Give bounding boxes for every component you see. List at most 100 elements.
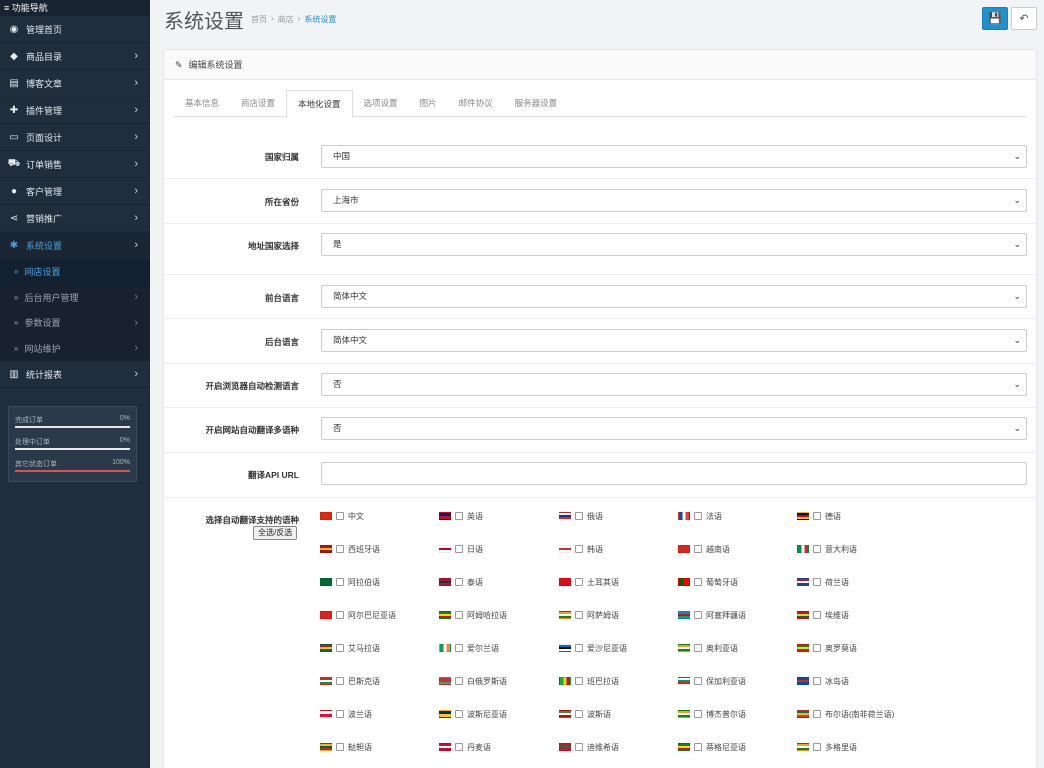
language-option[interactable]: 阿塞拜疆语 — [678, 609, 746, 621]
language-checkbox[interactable] — [336, 644, 344, 652]
language-option[interactable]: 布尔语(南非荷兰语) — [797, 708, 894, 720]
language-option[interactable]: 埃维语 — [797, 609, 849, 621]
language-checkbox[interactable] — [455, 743, 463, 751]
language-option[interactable]: 俄语 — [559, 510, 603, 522]
tab-3[interactable]: 选项设置 — [353, 90, 409, 117]
browser-detect-select[interactable]: 否 ⌄ — [321, 373, 1027, 396]
language-option[interactable]: 日语 — [439, 543, 483, 555]
language-option[interactable]: 奥罗莫语 — [797, 642, 857, 654]
language-checkbox[interactable] — [575, 512, 583, 520]
sidebar-item-6[interactable]: ● 客户管理 › — [0, 178, 150, 205]
address-country-select[interactable]: 是 ⌄ — [321, 233, 1027, 256]
language-option[interactable]: 阿姆哈拉语 — [439, 609, 507, 621]
language-option[interactable]: 蒂格尼亚语 — [678, 741, 746, 753]
sidebar-item-7[interactable]: ⋖ 营销推广 › — [0, 205, 150, 232]
tab-4[interactable]: 图片 — [409, 90, 448, 117]
language-option[interactable]: 迪维希语 — [559, 741, 619, 753]
language-checkbox[interactable] — [575, 545, 583, 553]
language-option[interactable]: 艾马拉语 — [320, 642, 380, 654]
language-checkbox[interactable] — [813, 578, 821, 586]
admin-language-select[interactable]: 简体中文 ⌄ — [321, 329, 1027, 352]
language-checkbox[interactable] — [455, 545, 463, 553]
language-option[interactable]: 爱沙尼亚语 — [559, 642, 627, 654]
sidebar-subitem-3[interactable]: » 网站维护 › — [0, 335, 150, 361]
front-language-select[interactable]: 简体中文 ⌄ — [321, 285, 1027, 308]
language-checkbox[interactable] — [336, 743, 344, 751]
language-option[interactable]: 意大利语 — [797, 543, 857, 555]
language-checkbox[interactable] — [455, 578, 463, 586]
language-option[interactable]: 保加利亚语 — [678, 675, 746, 687]
language-checkbox[interactable] — [813, 677, 821, 685]
language-checkbox[interactable] — [455, 611, 463, 619]
language-checkbox[interactable] — [455, 644, 463, 652]
language-checkbox[interactable] — [813, 710, 821, 718]
language-option[interactable]: 爱尔兰语 — [439, 642, 499, 654]
language-option[interactable]: 班巴拉语 — [559, 675, 619, 687]
language-checkbox[interactable] — [336, 710, 344, 718]
language-checkbox[interactable] — [575, 611, 583, 619]
language-option[interactable]: 阿尔巴尼亚语 — [320, 609, 396, 621]
tab-0[interactable]: 基本信息 — [174, 90, 230, 117]
language-option[interactable]: 奥利亚语 — [678, 642, 738, 654]
language-checkbox[interactable] — [455, 512, 463, 520]
language-checkbox[interactable] — [694, 644, 702, 652]
language-checkbox[interactable] — [694, 677, 702, 685]
language-option[interactable]: 土耳其语 — [559, 576, 619, 588]
province-select[interactable]: 上海市 ⌄ — [321, 189, 1027, 212]
language-option[interactable]: 巴斯克语 — [320, 675, 380, 687]
sidebar-item-reports[interactable]: ▥ 统计报表 › — [0, 361, 150, 388]
breadcrumb-store[interactable]: 商店 — [278, 14, 294, 25]
sidebar-item-0[interactable]: ◉ 管理首页 — [0, 16, 150, 43]
language-checkbox[interactable] — [336, 512, 344, 520]
sidebar-item-3[interactable]: ✚ 插件管理 › — [0, 97, 150, 124]
language-checkbox[interactable] — [455, 710, 463, 718]
language-checkbox[interactable] — [575, 644, 583, 652]
language-option[interactable]: 法语 — [678, 510, 722, 522]
breadcrumb-home[interactable]: 首页 — [251, 14, 267, 25]
language-checkbox[interactable] — [694, 611, 702, 619]
tab-6[interactable]: 服务器设置 — [504, 90, 569, 117]
language-checkbox[interactable] — [813, 512, 821, 520]
language-checkbox[interactable] — [336, 545, 344, 553]
language-checkbox[interactable] — [575, 677, 583, 685]
country-select[interactable]: 中国 ⌄ — [321, 145, 1027, 168]
language-option[interactable]: 中文 — [320, 510, 364, 522]
auto-translate-select[interactable]: 否 ⌄ — [321, 417, 1027, 440]
language-checkbox[interactable] — [813, 644, 821, 652]
sidebar-item-2[interactable]: ▤ 博客文章 › — [0, 70, 150, 97]
sidebar-subitem-1[interactable]: » 后台用户管理 › — [0, 284, 150, 310]
language-checkbox[interactable] — [336, 578, 344, 586]
language-checkbox[interactable] — [455, 677, 463, 685]
language-checkbox[interactable] — [694, 512, 702, 520]
tab-2[interactable]: 本地化设置 — [286, 90, 353, 118]
language-option[interactable]: 阿萨姆语 — [559, 609, 619, 621]
tab-1[interactable]: 商店设置 — [230, 90, 286, 117]
language-option[interactable]: 白俄罗斯语 — [439, 675, 507, 687]
sidebar-item-4[interactable]: ▭ 页面设计 › — [0, 124, 150, 151]
language-option[interactable]: 波斯尼亚语 — [439, 708, 507, 720]
language-checkbox[interactable] — [813, 611, 821, 619]
back-button[interactable]: ↶ — [1011, 7, 1037, 30]
language-option[interactable]: 博杰普尔语 — [678, 708, 746, 720]
language-checkbox[interactable] — [575, 710, 583, 718]
language-option[interactable]: 荷兰语 — [797, 576, 849, 588]
language-option[interactable]: 英语 — [439, 510, 483, 522]
language-option[interactable]: 泰语 — [439, 576, 483, 588]
language-option[interactable]: 德语 — [797, 510, 841, 522]
language-option[interactable]: 越南语 — [678, 543, 730, 555]
language-option[interactable]: 西班牙语 — [320, 543, 380, 555]
language-checkbox[interactable] — [575, 578, 583, 586]
language-checkbox[interactable] — [813, 545, 821, 553]
language-option[interactable]: 鞑靼语 — [320, 741, 372, 753]
language-checkbox[interactable] — [813, 743, 821, 751]
language-checkbox[interactable] — [694, 578, 702, 586]
tab-5[interactable]: 邮件协议 — [448, 90, 504, 117]
language-option[interactable]: 冰岛语 — [797, 675, 849, 687]
sidebar-subitem-0[interactable]: » 网店设置 — [0, 259, 150, 285]
select-all-button[interactable]: 全选/反选 — [253, 526, 298, 540]
language-checkbox[interactable] — [336, 611, 344, 619]
api-url-input[interactable] — [321, 462, 1027, 485]
language-checkbox[interactable] — [336, 677, 344, 685]
language-option[interactable]: 葡萄牙语 — [678, 576, 738, 588]
language-option[interactable]: 丹麦语 — [439, 741, 491, 753]
